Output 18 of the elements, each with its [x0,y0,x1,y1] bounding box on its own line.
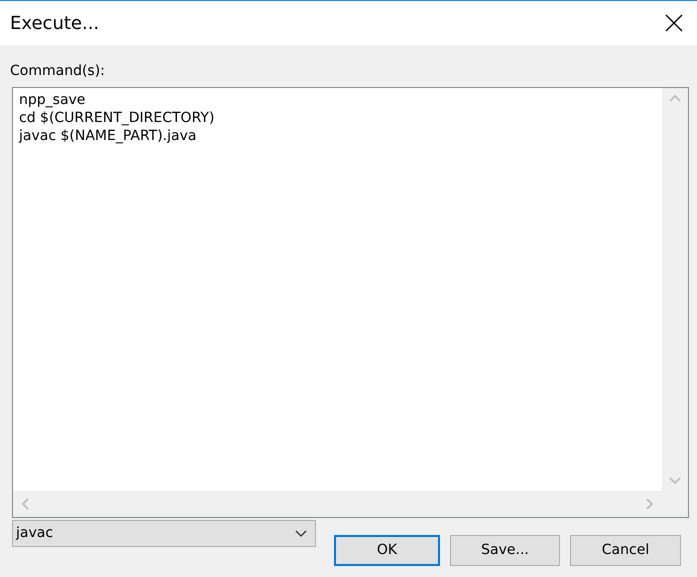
dialog-button[interactable]: Cancel [570,535,681,566]
close-icon [665,14,683,32]
scroll-left-icon[interactable] [21,498,29,510]
script-dropdown[interactable]: javac [12,520,316,547]
command-line: npp_save [19,91,86,109]
scroll-right-icon[interactable] [646,498,654,510]
scroll-up-icon[interactable] [669,94,681,102]
vertical-scrollbar[interactable] [662,88,688,491]
dialog-button[interactable]: Save... [450,535,560,566]
commands-label: Command(s): [10,62,106,81]
command-line: cd $(CURRENT_DIRECTORY) [19,109,214,127]
chevron-down-icon [295,530,307,537]
window-title: Execute... [9,12,100,36]
scroll-down-icon[interactable] [669,477,681,485]
command-line: javac $(NAME_PART).java [19,127,196,145]
commands-field[interactable]: npp_save cd $(CURRENT_DIRECTORY) javac $(NAME_PART).java [12,87,689,518]
dialog-button[interactable]: OK [334,535,440,566]
horizontal-scrollbar[interactable] [13,491,662,517]
